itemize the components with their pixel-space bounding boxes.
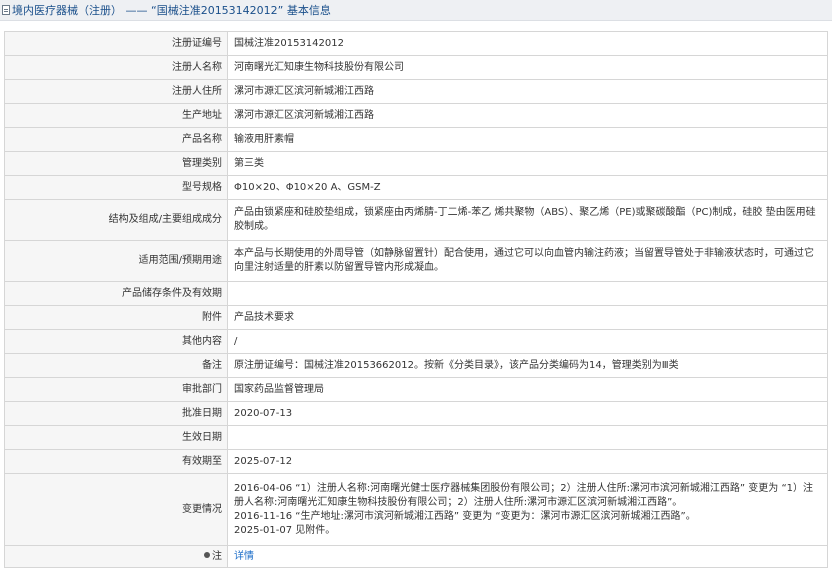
note-label: 注 bbox=[212, 550, 222, 562]
table-row: 备注 原注册证编号：国械注准20153662012。按新《分类目录》，该产品分类… bbox=[4, 353, 828, 378]
table-row: 管理类别 第三类 bbox=[4, 151, 828, 176]
row-value: Φ10×20、Φ10×20 A、GSM-Z bbox=[227, 175, 828, 200]
row-label: 生产地址 bbox=[4, 103, 228, 128]
details-link[interactable]: 详情 bbox=[234, 551, 254, 562]
table-row: 附件 产品技术要求 bbox=[4, 305, 828, 330]
change-entry: 2016-11-16 “生产地址:漯河市滨河新城湘江西路” 变更为 “变更为：漯… bbox=[234, 510, 696, 522]
row-value: 漯河市源汇区滨河新城湘江西路 bbox=[227, 103, 828, 128]
table-row: 其他内容 / bbox=[4, 329, 828, 354]
row-value: 第三类 bbox=[227, 151, 828, 176]
change-entry: 2025-01-07 见附件。 bbox=[234, 524, 336, 536]
row-value: 2025-07-12 bbox=[227, 449, 828, 474]
row-value: 原注册证编号：国械注准20153662012。按新《分类目录》，该产品分类编码为… bbox=[227, 353, 828, 378]
table-row: 注册证编号 国械注准20153142012 bbox=[4, 31, 828, 56]
row-value: / bbox=[227, 329, 828, 354]
row-label: 产品储存条件及有效期 bbox=[4, 281, 228, 306]
row-value: 漯河市源汇区滨河新城湘江西路 bbox=[227, 79, 828, 104]
page-header: 境内医疗器械（注册） —— “国械注准20153142012” 基本信息 bbox=[0, 0, 832, 21]
note-label-cell: 注 bbox=[4, 545, 228, 568]
row-label: 批准日期 bbox=[4, 401, 228, 426]
changes-value: 2016-04-06 “1）注册人名称:河南曙光健士医疗器械集团股份有限公司；2… bbox=[227, 473, 828, 546]
table-row-changes: 变更情况 2016-04-06 “1）注册人名称:河南曙光健士医疗器械集团股份有… bbox=[4, 473, 828, 546]
row-label: 注册人名称 bbox=[4, 55, 228, 80]
row-value: 产品由锁紧座和硅胶垫组成，锁紧座由丙烯腈-丁二烯-苯乙 烯共聚物（ABS）、聚乙… bbox=[227, 199, 828, 241]
table-row: 产品储存条件及有效期 bbox=[4, 281, 828, 306]
row-value: 输液用肝素帽 bbox=[227, 127, 828, 152]
table-row: 适用范围/预期用途 本产品与长期使用的外周导管（如静脉留置针）配合使用，通过它可… bbox=[4, 240, 828, 282]
row-label: 管理类别 bbox=[4, 151, 228, 176]
table-row: 审批部门 国家药品监督管理局 bbox=[4, 377, 828, 402]
row-label: 生效日期 bbox=[4, 425, 228, 450]
table-row: 批准日期 2020-07-13 bbox=[4, 401, 828, 426]
change-entry: 2016-04-06 “1）注册人名称:河南曙光健士医疗器械集团股份有限公司；2… bbox=[234, 482, 814, 508]
info-table: 注册证编号 国械注准20153142012 注册人名称 河南曙光汇知康生物科技股… bbox=[4, 31, 828, 568]
row-value bbox=[227, 425, 828, 450]
table-row: 产品名称 输液用肝素帽 bbox=[4, 127, 828, 152]
table-row: 注册人住所 漯河市源汇区滨河新城湘江西路 bbox=[4, 79, 828, 104]
row-label: 适用范围/预期用途 bbox=[4, 240, 228, 282]
row-value: 2020-07-13 bbox=[227, 401, 828, 426]
row-label: 有效期至 bbox=[4, 449, 228, 474]
row-label: 审批部门 bbox=[4, 377, 228, 402]
table-row-note: 注 详情 bbox=[4, 545, 828, 568]
pin-icon bbox=[204, 551, 210, 558]
row-label: 注册证编号 bbox=[4, 31, 228, 56]
table-row: 注册人名称 河南曙光汇知康生物科技股份有限公司 bbox=[4, 55, 828, 80]
row-value: 国家药品监督管理局 bbox=[227, 377, 828, 402]
row-value: 国械注准20153142012 bbox=[227, 31, 828, 56]
document-icon bbox=[2, 5, 10, 15]
row-label: 结构及组成/主要组成成分 bbox=[4, 199, 228, 241]
note-value: 详情 bbox=[227, 545, 828, 568]
row-value: 河南曙光汇知康生物科技股份有限公司 bbox=[227, 55, 828, 80]
table-row: 生产地址 漯河市源汇区滨河新城湘江西路 bbox=[4, 103, 828, 128]
changes-label: 变更情况 bbox=[4, 473, 228, 546]
table-row: 结构及组成/主要组成成分 产品由锁紧座和硅胶垫组成，锁紧座由丙烯腈-丁二烯-苯乙… bbox=[4, 199, 828, 241]
row-label: 产品名称 bbox=[4, 127, 228, 152]
row-value: 本产品与长期使用的外周导管（如静脉留置针）配合使用，通过它可以向血管内输注药液；… bbox=[227, 240, 828, 282]
page-title: 境内医疗器械（注册） —— “国械注准20153142012” 基本信息 bbox=[12, 4, 331, 17]
row-label: 备注 bbox=[4, 353, 228, 378]
row-label: 附件 bbox=[4, 305, 228, 330]
table-row: 有效期至 2025-07-12 bbox=[4, 449, 828, 474]
row-value: 产品技术要求 bbox=[227, 305, 828, 330]
row-value bbox=[227, 281, 828, 306]
row-label: 注册人住所 bbox=[4, 79, 228, 104]
table-row: 生效日期 bbox=[4, 425, 828, 450]
table-row: 型号规格 Φ10×20、Φ10×20 A、GSM-Z bbox=[4, 175, 828, 200]
row-label: 型号规格 bbox=[4, 175, 228, 200]
row-label: 其他内容 bbox=[4, 329, 228, 354]
